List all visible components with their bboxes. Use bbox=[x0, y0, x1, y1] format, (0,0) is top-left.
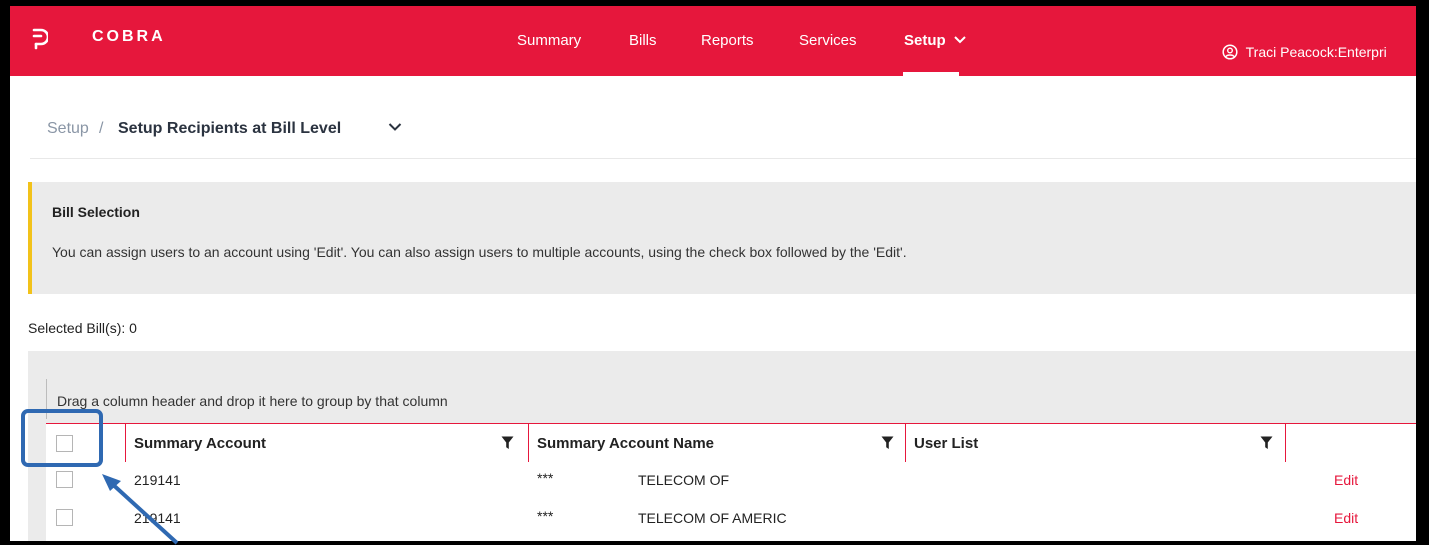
column-header-summary-account[interactable]: Summary Account bbox=[126, 424, 529, 462]
nav-setup[interactable]: Setup bbox=[904, 32, 966, 49]
top-nav-bar: COBRA Summary Bills Reports Services Set… bbox=[10, 6, 1416, 76]
brand-name: COBRA bbox=[92, 28, 166, 45]
chevron-down-icon[interactable] bbox=[388, 122, 402, 132]
breadcrumb: Setup / Setup Recipients at Bill Level bbox=[30, 96, 1416, 159]
column-label: Summary Account Name bbox=[537, 435, 714, 452]
summary-account-name-cell: TELECOM OF bbox=[638, 472, 730, 488]
grid-body: 219141 *** TELECOM OF Edit 219141 *** TE… bbox=[46, 462, 1416, 541]
column-header-actions bbox=[1286, 424, 1416, 462]
app-window: COBRA Summary Bills Reports Services Set… bbox=[10, 6, 1416, 541]
nav-bills[interactable]: Bills bbox=[629, 32, 657, 49]
edit-link[interactable]: Edit bbox=[1334, 472, 1358, 488]
chevron-down-icon bbox=[954, 36, 966, 44]
user-name: Traci Peacock:Enterpri bbox=[1245, 44, 1387, 60]
grid-header: Summary Account Summary Account Name Use… bbox=[46, 423, 1416, 463]
bill-selection-info-panel: Bill Selection You can assign users to a… bbox=[28, 182, 1416, 294]
nav-services[interactable]: Services bbox=[799, 32, 857, 49]
filter-icon[interactable] bbox=[881, 436, 894, 450]
bills-grid: Drag a column header and drop it here to… bbox=[28, 351, 1416, 541]
column-header-summary-account-name[interactable]: Summary Account Name bbox=[529, 424, 906, 462]
edit-link[interactable]: Edit bbox=[1334, 510, 1358, 526]
group-by-drop-zone[interactable]: Drag a column header and drop it here to… bbox=[46, 379, 1416, 419]
column-header-user-list[interactable]: User List bbox=[906, 424, 1286, 462]
info-title: Bill Selection bbox=[52, 204, 140, 220]
select-all-highlight-box bbox=[21, 409, 103, 467]
nav-setup-label: Setup bbox=[904, 32, 946, 49]
nav-summary[interactable]: Summary bbox=[517, 32, 581, 49]
filter-icon[interactable] bbox=[1260, 436, 1273, 450]
breadcrumb-separator: / bbox=[99, 120, 104, 137]
row-checkbox[interactable] bbox=[56, 471, 73, 488]
group-by-hint: Drag a column header and drop it here to… bbox=[57, 393, 448, 409]
summary-account-cell: 219141 bbox=[134, 510, 181, 526]
breadcrumb-root[interactable]: Setup bbox=[47, 120, 89, 138]
cobra-logo-icon[interactable] bbox=[30, 28, 48, 50]
user-circle-icon bbox=[1222, 44, 1238, 60]
nav-reports[interactable]: Reports bbox=[701, 32, 754, 49]
column-label: Summary Account bbox=[134, 435, 266, 452]
page-title: Setup Recipients at Bill Level bbox=[118, 120, 342, 137]
table-row: 219141 *** TELECOM OF AMERIC Edit bbox=[46, 500, 1416, 538]
table-row: 219141 *** TELECOM OF Edit bbox=[46, 462, 1416, 500]
summary-account-name-cell: TELECOM OF AMERIC bbox=[638, 510, 787, 526]
user-menu[interactable]: Traci Peacock:Enterpri bbox=[1222, 44, 1387, 60]
row-checkbox[interactable] bbox=[56, 509, 73, 526]
column-label: User List bbox=[914, 435, 979, 452]
active-nav-indicator bbox=[903, 72, 959, 76]
masked-value-cell: *** bbox=[537, 470, 554, 486]
summary-account-cell: 219141 bbox=[134, 472, 181, 488]
info-text: You can assign users to an account using… bbox=[52, 244, 907, 260]
selected-bills-count: Selected Bill(s): 0 bbox=[28, 320, 137, 336]
filter-icon[interactable] bbox=[501, 436, 514, 450]
masked-value-cell: *** bbox=[537, 508, 554, 524]
